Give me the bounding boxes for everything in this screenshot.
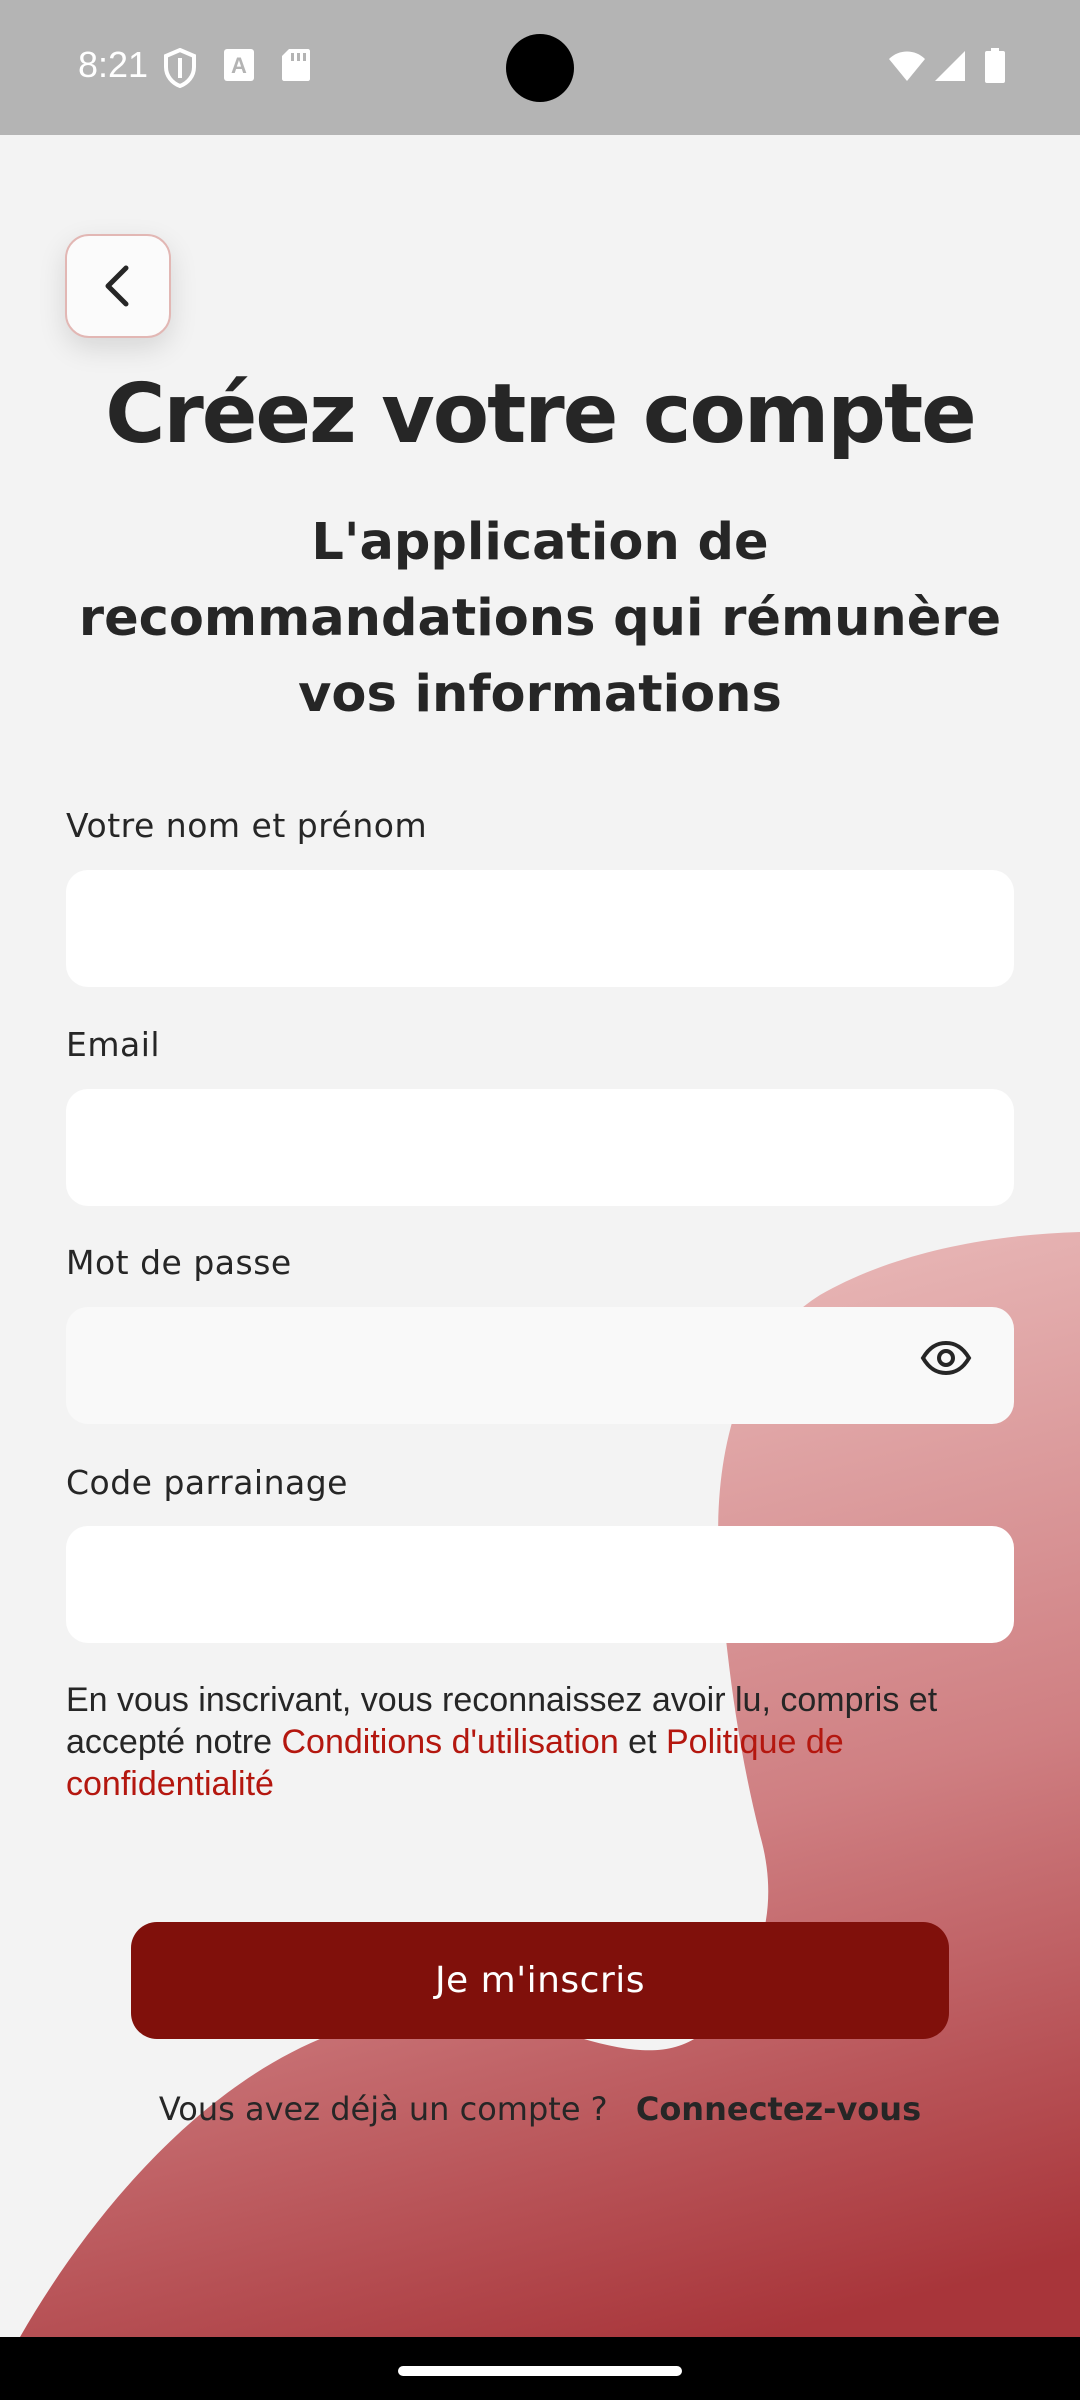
signup-button-label: Je m'inscris [434,1960,646,2001]
shield-icon [164,48,196,88]
sd-card-icon [282,49,310,81]
email-label: Email [66,1025,161,1064]
page-title: Créez votre compte [105,367,977,462]
keyboard-a-icon: A [224,49,254,81]
signup-button[interactable]: Je m'inscris [131,1922,949,2039]
terms-text: En vous inscrivant, vous reconnaissez av… [66,1679,1026,1805]
page-subtitle: L'application de recommandations qui rém… [78,513,1002,724]
chevron-left-icon [105,265,129,307]
status-bar: 8:21 A [0,0,1080,135]
battery-icon [985,48,1005,83]
conditions-link[interactable]: Conditions d'utilisation [281,1723,618,1761]
referral-label: Code parrainage [66,1463,348,1502]
home-indicator[interactable] [398,2366,682,2376]
back-button[interactable] [65,234,171,338]
password-label: Mot de passe [66,1243,292,1282]
signup-screen: Créez votre compte L'application de reco… [0,135,1080,2337]
wifi-icon [889,51,925,81]
name-label: Votre nom et prénom [66,806,428,845]
password-visibility-toggle[interactable] [918,1330,974,1386]
name-field[interactable] [66,870,1014,987]
status-time: 8:21 [78,44,149,85]
login-row: Vous avez déjà un compte ? Connectez-vou… [0,2090,1080,2128]
referral-code-field[interactable] [66,1526,1014,1643]
svg-text:A: A [231,53,247,78]
login-prompt: Vous avez déjà un compte ? [158,2090,608,2128]
login-link[interactable]: Connectez-vous [636,2090,921,2128]
eye-icon [920,1340,972,1376]
front-camera [506,34,574,102]
terms-separator: et [618,1723,666,1761]
email-field[interactable] [66,1089,1014,1206]
password-field[interactable] [66,1307,1014,1424]
signal-icon [935,51,965,81]
